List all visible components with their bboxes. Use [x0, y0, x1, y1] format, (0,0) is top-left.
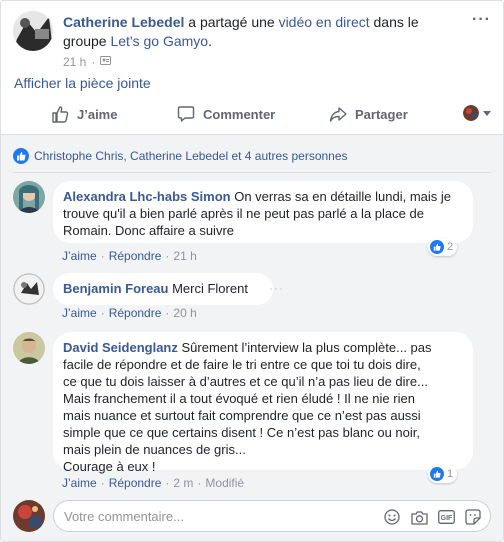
- dot-separator: ·: [165, 306, 170, 320]
- comment-text-line: ce que tu dois laisser à d’autres et ce …: [63, 374, 428, 389]
- post-action-bar: J’aime Commenter Partager: [13, 99, 491, 131]
- edited-label[interactable]: Modifié: [205, 476, 244, 490]
- comment-text-line: Courage à eux !: [63, 459, 156, 474]
- comment-like-link[interactable]: J’aime: [62, 476, 97, 490]
- comment-item: Alexandra Lhc-habs Simon On verras sa en…: [13, 181, 491, 265]
- divider: [13, 172, 491, 173]
- dot-separator: ·: [100, 249, 105, 263]
- comment-text-line: Mais franchement il a tout évoqué et rie…: [63, 391, 415, 406]
- comment-time[interactable]: 20 h: [173, 306, 196, 320]
- comment-text-line: simple que ce que certains disent ! Ce n…: [63, 425, 420, 440]
- user-mini-avatar: [463, 105, 479, 121]
- comment-reaction-count[interactable]: 2: [428, 238, 458, 256]
- caret-down-icon: [483, 110, 491, 116]
- comment-bubble: David Seidenglanz Sûrement l’interview l…: [53, 332, 473, 474]
- post-author-link[interactable]: Catherine Lebedel: [63, 14, 184, 30]
- share-button[interactable]: Partager: [329, 105, 408, 123]
- comment-author-link[interactable]: Alexandra Lhc-habs Simon: [63, 189, 231, 204]
- dot-separator: ·: [100, 476, 105, 490]
- dot-separator: ·: [100, 306, 105, 320]
- dot-separator: ·: [165, 476, 170, 490]
- group-audience-icon: [100, 55, 112, 69]
- like-button[interactable]: J’aime: [51, 105, 117, 123]
- comment-reply-link[interactable]: Répondre: [109, 476, 162, 490]
- post-shared-text: a partagé une: [188, 14, 275, 30]
- author-avatar[interactable]: [13, 11, 53, 51]
- comment-reply-link[interactable]: Répondre: [109, 249, 162, 263]
- video-link[interactable]: vidéo en direct: [279, 14, 370, 30]
- comment-composer: Votre commentaire... GIF: [13, 498, 491, 534]
- comment-reply-link[interactable]: Répondre: [109, 306, 162, 320]
- group-link[interactable]: Let's go Gamyo: [110, 33, 208, 49]
- comment-time[interactable]: 21 h: [173, 249, 196, 263]
- current-user-avatar[interactable]: [13, 500, 45, 532]
- likes-summary-text: Christophe Chris, Catherine Lebedel et 4…: [34, 149, 348, 163]
- post-header-text: Catherine Lebedel a partagé une vidéo en…: [63, 13, 463, 51]
- comment-time[interactable]: 2 m: [173, 476, 193, 490]
- comment-actions: J’aime · Répondre · 21 h: [62, 249, 197, 263]
- comment-bubble: Alexandra Lhc-habs Simon On verras sa en…: [53, 181, 473, 243]
- like-button-label: J’aime: [77, 106, 118, 122]
- dot-separator: ·: [165, 249, 170, 263]
- comment-bubble-icon: [177, 105, 195, 123]
- thumbs-up-icon: [51, 105, 69, 123]
- comment-like-link[interactable]: J’aime: [62, 249, 97, 263]
- comment-input-placeholder: Votre commentaire...: [64, 509, 184, 524]
- post-card: Catherine Lebedel a partagé une vidéo en…: [0, 0, 504, 542]
- comment-text-line: mais plein de nuances de gris...: [63, 442, 246, 457]
- like-reaction-icon: [430, 467, 444, 481]
- sticker-icon[interactable]: [464, 508, 482, 526]
- commenter-avatar[interactable]: [13, 332, 45, 364]
- likes-summary[interactable]: Christophe Chris, Catherine Lebedel et 4…: [13, 148, 348, 164]
- svg-text:GIF: GIF: [440, 515, 452, 522]
- comment-text-line: facile de répondre et de faire le tri en…: [63, 357, 421, 372]
- share-button-label: Partager: [355, 106, 408, 122]
- post-trailing: .: [208, 33, 212, 49]
- meta-separator: ·: [91, 55, 96, 69]
- comment-bubble: Benjamin Foreau Merci Florent: [53, 273, 273, 305]
- commenter-avatar[interactable]: [13, 273, 45, 305]
- camera-icon[interactable]: [410, 508, 428, 526]
- comment-options-icon[interactable]: ···: [269, 281, 284, 295]
- comment-like-link[interactable]: J’aime: [62, 306, 97, 320]
- comment-author-link[interactable]: David Seidenglanz: [63, 340, 178, 355]
- post-header: Catherine Lebedel a partagé une vidéo en…: [13, 11, 491, 71]
- comment-author-link[interactable]: Benjamin Foreau: [63, 281, 168, 296]
- comment-actions: J’aime · Répondre · 2 m · Modifié: [62, 476, 244, 490]
- emoji-icon[interactable]: [383, 508, 401, 526]
- post-meta: 21 h ·: [63, 55, 112, 69]
- like-reaction-icon: [430, 240, 444, 254]
- comment-input[interactable]: Votre commentaire... GIF: [53, 500, 491, 532]
- post-time[interactable]: 21 h: [63, 55, 86, 69]
- composer-tools: GIF: [383, 508, 482, 526]
- comment-item: David Seidenglanz Sûrement l’interview l…: [13, 332, 491, 492]
- comment-text-line: mais nuance et surtout fait comprendre q…: [63, 408, 421, 423]
- comment-button-label: Commenter: [203, 106, 276, 122]
- dot-separator: ·: [197, 476, 202, 490]
- comment-reaction-count[interactable]: 1: [428, 465, 458, 483]
- comment-button[interactable]: Commenter: [177, 105, 275, 123]
- commenter-avatar[interactable]: [13, 181, 45, 213]
- gif-icon[interactable]: GIF: [437, 508, 455, 526]
- share-arrow-icon: [329, 105, 347, 123]
- comment-text-line: Sûrement l’interview la plus complète...…: [181, 340, 432, 355]
- reaction-identity-selector[interactable]: [463, 105, 491, 121]
- comment-actions: J’aime · Répondre · 20 h: [62, 306, 197, 320]
- comment-text: Merci Florent: [172, 281, 248, 296]
- comment-item: Benjamin Foreau Merci Florent ··· J’aime…: [13, 273, 491, 323]
- show-attachment-link[interactable]: Afficher la pièce jointe: [14, 75, 151, 91]
- reaction-count-value: 1: [447, 468, 454, 480]
- reaction-count-value: 2: [447, 241, 454, 253]
- like-reaction-icon: [13, 148, 29, 164]
- post-options-icon[interactable]: ···: [472, 11, 491, 29]
